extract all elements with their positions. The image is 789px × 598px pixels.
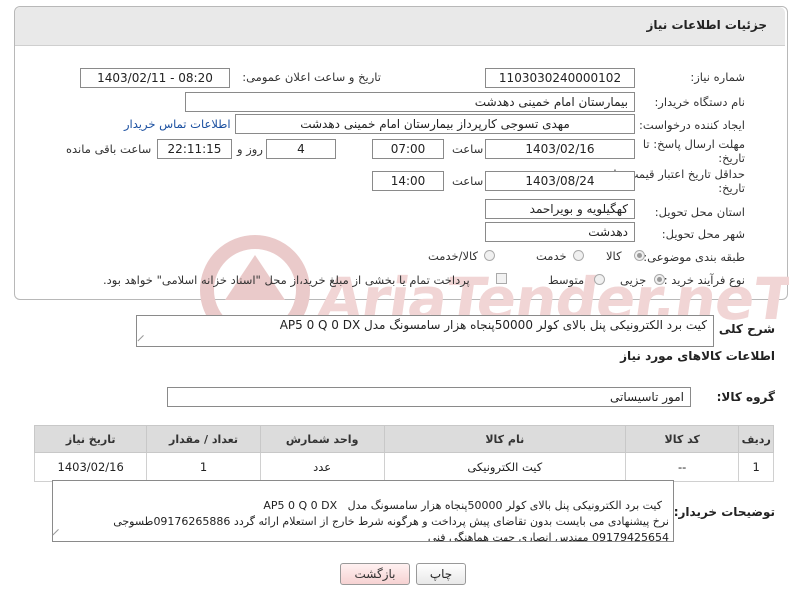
buyer-notes-label: توضیحات خریدار: (673, 505, 775, 519)
deadline-date-field: 1403/02/16 (485, 139, 635, 159)
remaining-label: ساعت باقی مانده (66, 142, 152, 156)
col-name: نام کالا (383, 425, 627, 453)
category-option-both: کالا/خدمت (428, 249, 479, 263)
province-label: استان محل تحویل: (654, 205, 745, 219)
goods-table-header: ردیف کد کالا نام کالا واحد شمارش تعداد /… (33, 425, 774, 453)
col-code: کد کالا (624, 425, 740, 453)
description-field: کیت برد الکترونیکی پنل بالای کولر 50000پ… (136, 315, 714, 347)
cell-name: کیت الکترونیکی (383, 452, 627, 482)
print-button[interactable]: چاپ (416, 563, 466, 585)
payment-note: پرداخت تمام یا بخشی از مبلغ خرید،از محل … (103, 273, 470, 287)
deadline-label-text: مهلت ارسال پاسخ: تا تاریخ: (642, 137, 745, 165)
goods-group-label: گروه کالا: (716, 390, 775, 404)
goods-section-title: اطلاعات کالاهای مورد نیاز (620, 349, 775, 363)
col-qty: تعداد / مقدار (146, 425, 261, 453)
buyer-notes-field: کیت برد الکترونیکی پنل بالای کولر 50000پ… (52, 480, 674, 542)
city-label: شهر محل تحویل: (661, 227, 745, 241)
col-date: تاریخ نیاز (33, 425, 148, 453)
table-row: 1 -- کیت الکترونیکی عدد 1 1403/02/16 (33, 452, 774, 482)
treasury-payment-checkbox[interactable] (496, 273, 507, 284)
process-label: نوع فرآیند خرید : (663, 273, 745, 287)
validity-time-label: ساعت (452, 174, 484, 188)
deadline-label: مهلت ارسال پاسخ: تا تاریخ: (635, 137, 745, 165)
category-radio-both[interactable] (484, 250, 495, 261)
goods-group-field: امور تاسیساتی (167, 387, 691, 407)
announce-label: تاریخ و ساعت اعلان عمومی: (242, 70, 381, 84)
buyer-notes-text: کیت برد الکترونیکی پنل بالای کولر 50000پ… (113, 499, 669, 542)
need-number-field: 1103030240000102 (485, 68, 635, 88)
cell-code: -- (624, 452, 740, 482)
validity-date-field: 1403/08/24 (485, 171, 635, 191)
announce-field: 1403/02/11 - 08:20 (80, 68, 230, 88)
deadline-time-label: ساعت (452, 142, 484, 156)
category-option-goods: کالا (606, 249, 622, 263)
process-option-minor: جزیی (620, 273, 647, 287)
days-field: 4 (266, 139, 336, 159)
description-text: کیت برد الکترونیکی پنل بالای کولر 50000پ… (279, 318, 707, 332)
days-label: روز و (237, 142, 263, 156)
requester-field: مهدی تسوجی کارپرداز بیمارستان امام خمینی… (235, 114, 635, 134)
cell-row: 1 (738, 452, 774, 482)
buyer-org-field: بیمارستان امام خمینی دهدشت (185, 92, 635, 112)
process-radio-medium[interactable] (594, 274, 605, 285)
buyer-contact-link[interactable]: اطلاعات تماس خریدار (124, 117, 231, 131)
cell-date: 1403/02/16 (33, 452, 148, 482)
process-radio-minor[interactable] (654, 274, 665, 285)
validity-time-field: 14:00 (372, 171, 444, 191)
page-title: جزئیات اطلاعات نیاز (646, 18, 767, 32)
category-option-service: خدمت (536, 249, 567, 263)
col-unit: واحد شمارش (259, 425, 385, 453)
col-row: ردیف (738, 425, 774, 453)
need-number-label: شماره نیاز: (690, 70, 745, 84)
category-radio-service[interactable] (573, 250, 584, 261)
requester-label: ایجاد کننده درخواست: (639, 118, 745, 132)
province-field: کهگیلویه و بویراحمد (485, 199, 635, 219)
cell-qty: 1 (146, 452, 261, 482)
city-field: دهدشت (485, 222, 635, 242)
cell-unit: عدد (259, 452, 385, 482)
deadline-time-field: 07:00 (372, 139, 444, 159)
category-label: طبقه بندی موضوعی: (643, 250, 745, 264)
process-option-medium: متوسط (548, 273, 585, 287)
remaining-time-field: 22:11:15 (157, 139, 232, 159)
back-button[interactable]: بازگشت (340, 563, 410, 585)
buyer-org-label: نام دستگاه خریدار: (654, 95, 745, 109)
goods-table: ردیف کد کالا نام کالا واحد شمارش تعداد /… (33, 425, 774, 482)
category-radio-goods[interactable] (634, 250, 645, 261)
